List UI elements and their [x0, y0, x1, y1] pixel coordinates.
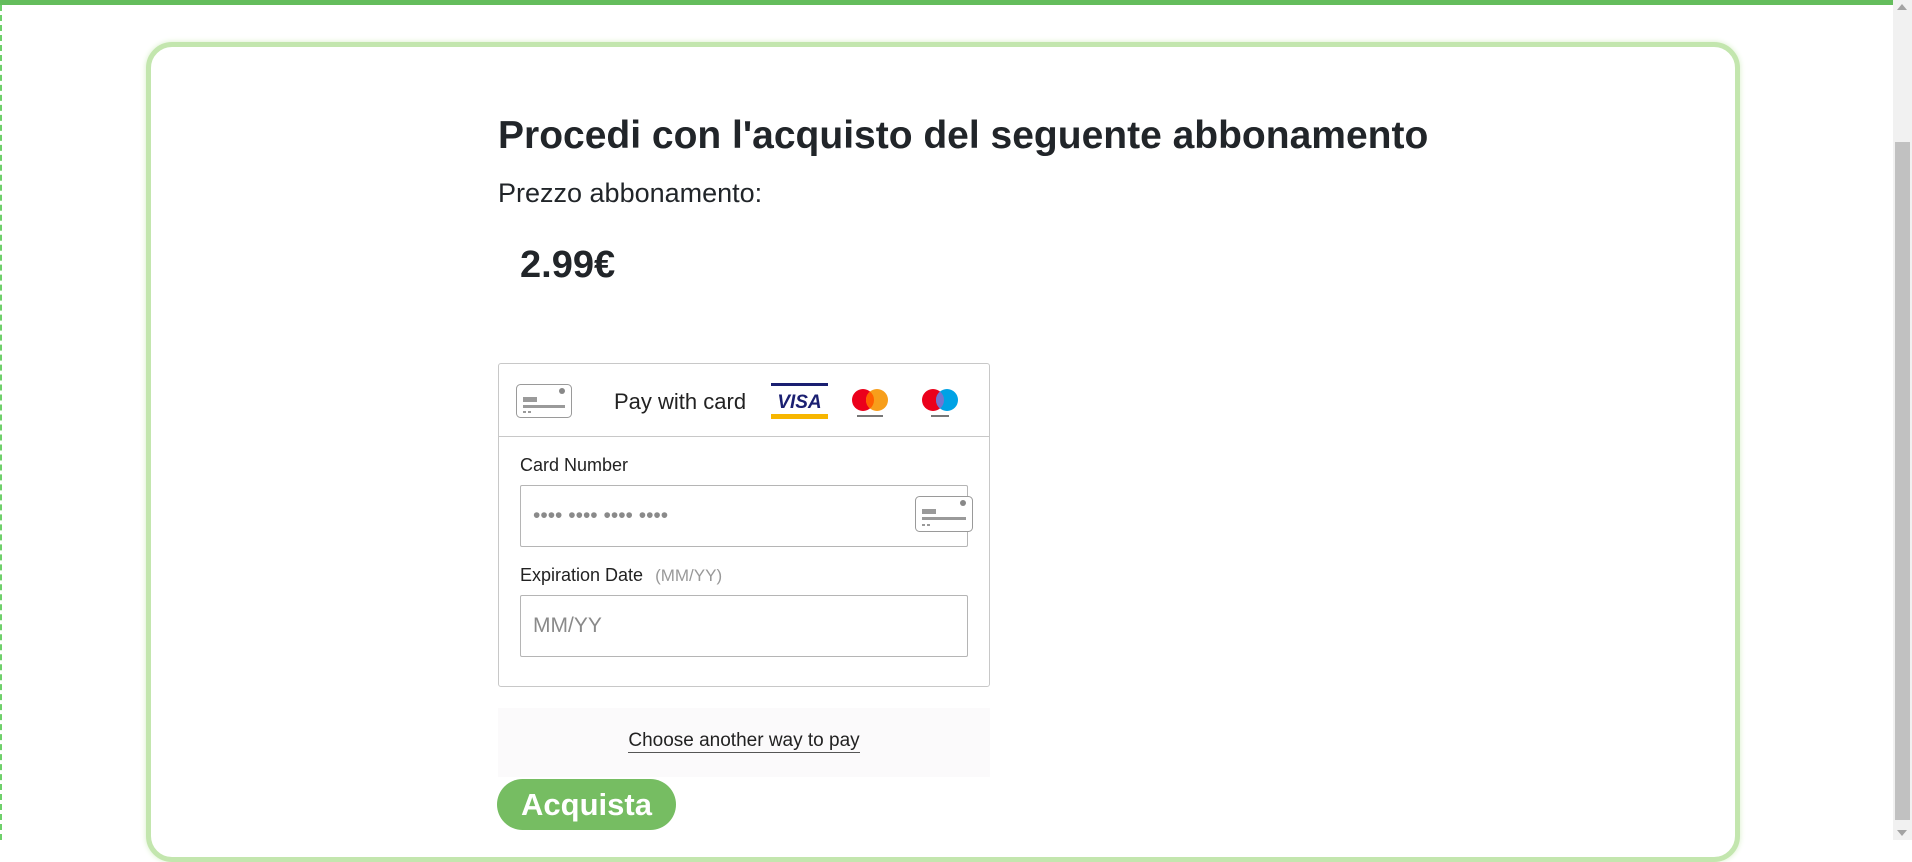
alternate-payment-row: Choose another way to pay: [498, 730, 990, 753]
card-payment-form: Pay with card VISA Card Number Expiratio…: [498, 363, 990, 687]
price-label: Prezzo abbonamento:: [498, 178, 763, 208]
card-number-label: Card Number: [520, 455, 629, 475]
visa-text: VISA: [777, 392, 821, 413]
page-title: Procedi con l'acquisto del seguente abbo…: [498, 114, 1429, 157]
pay-with-card-title: Pay with card: [614, 389, 747, 414]
buy-button[interactable]: Acquista: [497, 779, 676, 830]
expiration-date-hint: (MM/YY): [655, 566, 723, 585]
expiration-date-label-text: Expiration Date: [520, 565, 644, 585]
mastercard-icon: [852, 389, 888, 417]
left-dashed-border: [0, 5, 2, 840]
expiration-date-input[interactable]: [520, 595, 968, 657]
expiration-date-label: Expiration Date (MM/YY): [520, 565, 722, 586]
scrollbar-thumb[interactable]: [1895, 142, 1910, 820]
credit-card-icon: [915, 496, 973, 532]
top-accent-bar: [0, 0, 1893, 5]
maestro-icon: [922, 389, 958, 417]
scroll-up-arrow-icon[interactable]: [1897, 4, 1907, 10]
visa-icon: VISA: [771, 383, 828, 419]
price-value: 2.99€: [520, 244, 616, 286]
scroll-down-arrow-icon[interactable]: [1897, 830, 1907, 836]
vertical-scrollbar[interactable]: [1893, 0, 1912, 840]
credit-card-icon: [516, 384, 572, 418]
payment-header: Pay with card VISA: [499, 364, 989, 437]
alternate-payment-panel: Choose another way to pay: [498, 708, 990, 777]
choose-another-way-link[interactable]: Choose another way to pay: [628, 730, 860, 753]
card-number-input[interactable]: [520, 485, 968, 547]
